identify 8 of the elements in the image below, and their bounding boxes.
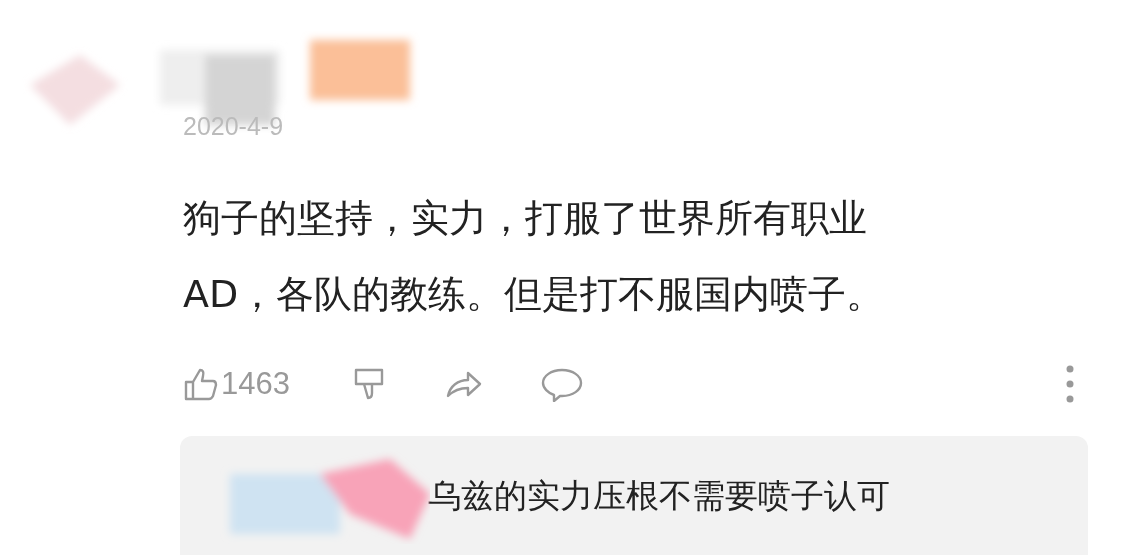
comment-date: 2020-4-9 — [183, 112, 284, 141]
thumbs-up-icon — [183, 366, 219, 402]
comment-icon[interactable] — [539, 366, 584, 402]
comment-text: AD，各队的教练。但是打不服国内喷子。 — [183, 271, 886, 318]
more-icon[interactable] — [1065, 364, 1075, 404]
reply-text: 乌兹的实力压根不需要喷子认可 — [428, 474, 890, 517]
comment-text: 狗子的坚持，实力，打服了世界所有职业 — [183, 195, 868, 242]
like-button[interactable]: 1463 — [183, 366, 290, 402]
